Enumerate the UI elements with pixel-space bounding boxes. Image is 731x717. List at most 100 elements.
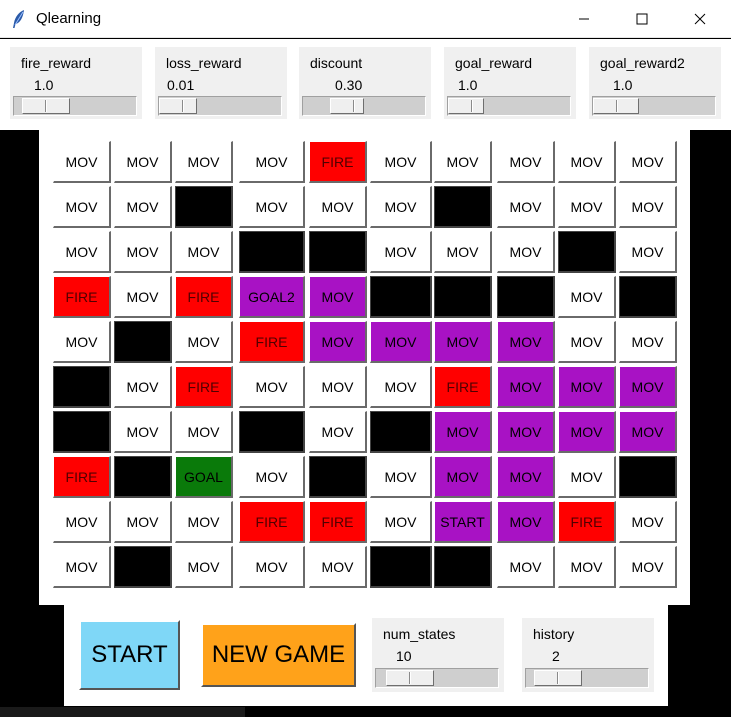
slider-trough[interactable]: [447, 96, 571, 116]
grid-cell-path[interactable]: MOV: [309, 276, 367, 318]
grid-cell-mov[interactable]: MOV: [497, 141, 555, 183]
grid-cell-wall[interactable]: [619, 456, 677, 498]
grid-cell-mov[interactable]: MOV: [175, 231, 233, 273]
grid-cell-wall[interactable]: [309, 231, 367, 273]
grid-cell-wall[interactable]: [114, 546, 172, 588]
grid-cell-mov[interactable]: MOV: [434, 231, 492, 273]
grid-cell-goal[interactable]: GOAL: [175, 456, 233, 498]
grid-cell-mov[interactable]: MOV: [497, 186, 555, 228]
grid-cell-mov[interactable]: MOV: [370, 501, 432, 543]
grid-cell-mov[interactable]: MOV: [309, 546, 367, 588]
slider-thumb[interactable]: [386, 670, 434, 686]
grid-cell-path[interactable]: MOV: [497, 456, 555, 498]
grid-cell-mov[interactable]: MOV: [175, 321, 233, 363]
grid-cell-path[interactable]: MOV: [558, 366, 616, 408]
grid-cell-wall[interactable]: [114, 321, 172, 363]
grid-cell-mov[interactable]: MOV: [53, 501, 111, 543]
grid-cell-mov[interactable]: MOV: [175, 141, 233, 183]
grid-cell-wall[interactable]: [558, 231, 616, 273]
grid-cell-fire[interactable]: FIRE: [175, 366, 233, 408]
grid-cell-mov[interactable]: MOV: [53, 231, 111, 273]
grid-cell-path[interactable]: MOV: [434, 411, 492, 453]
grid-cell-wall[interactable]: [434, 276, 492, 318]
grid-cell-wall[interactable]: [309, 456, 367, 498]
grid-cell-mov[interactable]: MOV: [619, 321, 677, 363]
grid-cell-mov[interactable]: MOV: [239, 186, 305, 228]
grid-cell-mov[interactable]: MOV: [619, 186, 677, 228]
grid-cell-path[interactable]: MOV: [434, 321, 492, 363]
grid-cell-path[interactable]: GOAL2: [239, 276, 305, 318]
grid-cell-mov[interactable]: MOV: [370, 186, 432, 228]
grid-cell-mov[interactable]: MOV: [175, 411, 233, 453]
grid-cell-wall[interactable]: [370, 411, 432, 453]
grid-cell-mov[interactable]: MOV: [175, 501, 233, 543]
grid-cell-path[interactable]: MOV: [497, 411, 555, 453]
grid-cell-path[interactable]: MOV: [309, 321, 367, 363]
grid-cell-fire[interactable]: FIRE: [239, 321, 305, 363]
slider-trough[interactable]: [13, 96, 137, 116]
grid-cell-mov[interactable]: MOV: [114, 231, 172, 273]
grid-cell-mov[interactable]: MOV: [114, 141, 172, 183]
grid-cell-mov[interactable]: MOV: [497, 231, 555, 273]
grid-cell-path[interactable]: START: [434, 501, 492, 543]
close-button[interactable]: [671, 0, 729, 38]
grid-cell-mov[interactable]: MOV: [114, 276, 172, 318]
grid-cell-wall[interactable]: [53, 411, 111, 453]
grid-cell-mov[interactable]: MOV: [619, 546, 677, 588]
grid-cell-mov[interactable]: MOV: [309, 366, 367, 408]
grid-cell-mov[interactable]: MOV: [239, 456, 305, 498]
grid-cell-path[interactable]: MOV: [434, 456, 492, 498]
slider-trough[interactable]: [302, 96, 426, 116]
grid-cell-mov[interactable]: MOV: [370, 231, 432, 273]
grid-cell-mov[interactable]: MOV: [558, 546, 616, 588]
grid-cell-fire[interactable]: FIRE: [309, 141, 367, 183]
slider-thumb[interactable]: [330, 98, 364, 114]
slider-thumb[interactable]: [448, 98, 484, 114]
grid-cell-mov[interactable]: MOV: [434, 141, 492, 183]
grid-cell-fire[interactable]: FIRE: [434, 366, 492, 408]
slider-trough[interactable]: [592, 96, 716, 116]
slider-trough[interactable]: [158, 96, 282, 116]
grid-cell-path[interactable]: MOV: [370, 321, 432, 363]
grid-cell-mov[interactable]: MOV: [558, 141, 616, 183]
grid-cell-mov[interactable]: MOV: [53, 546, 111, 588]
grid-cell-path[interactable]: MOV: [558, 411, 616, 453]
grid-cell-mov[interactable]: MOV: [239, 141, 305, 183]
grid-cell-wall[interactable]: [370, 276, 432, 318]
slider-trough[interactable]: [525, 668, 649, 688]
slider-thumb[interactable]: [22, 98, 70, 114]
grid-cell-mov[interactable]: MOV: [239, 546, 305, 588]
grid-cell-mov[interactable]: MOV: [558, 456, 616, 498]
grid-cell-mov[interactable]: MOV: [309, 411, 367, 453]
grid-cell-wall[interactable]: [175, 186, 233, 228]
grid-cell-mov[interactable]: MOV: [558, 276, 616, 318]
grid-cell-fire[interactable]: FIRE: [175, 276, 233, 318]
slider-thumb[interactable]: [593, 98, 639, 114]
grid-cell-wall[interactable]: [434, 546, 492, 588]
grid-cell-mov[interactable]: MOV: [370, 456, 432, 498]
grid-cell-path[interactable]: MOV: [497, 321, 555, 363]
grid-cell-mov[interactable]: MOV: [239, 366, 305, 408]
grid-cell-mov[interactable]: MOV: [114, 366, 172, 408]
grid-cell-wall[interactable]: [619, 276, 677, 318]
grid-cell-wall[interactable]: [370, 546, 432, 588]
grid-cell-mov[interactable]: MOV: [497, 546, 555, 588]
grid-cell-path[interactable]: MOV: [619, 366, 677, 408]
grid-cell-mov[interactable]: MOV: [619, 501, 677, 543]
minimize-button[interactable]: [555, 0, 613, 38]
maximize-button[interactable]: [613, 0, 671, 38]
grid-cell-wall[interactable]: [53, 366, 111, 408]
grid-cell-mov[interactable]: MOV: [558, 321, 616, 363]
grid-cell-mov[interactable]: MOV: [619, 231, 677, 273]
start-button[interactable]: START: [79, 620, 180, 690]
grid-cell-mov[interactable]: MOV: [370, 366, 432, 408]
grid-cell-wall[interactable]: [239, 231, 305, 273]
grid-cell-wall[interactable]: [434, 186, 492, 228]
new-game-button[interactable]: NEW GAME: [201, 623, 356, 687]
grid-cell-path[interactable]: MOV: [619, 411, 677, 453]
grid-cell-mov[interactable]: MOV: [309, 186, 367, 228]
grid-cell-mov[interactable]: MOV: [558, 186, 616, 228]
grid-cell-path[interactable]: MOV: [497, 366, 555, 408]
grid-cell-fire[interactable]: FIRE: [53, 276, 111, 318]
slider-thumb[interactable]: [534, 670, 582, 686]
